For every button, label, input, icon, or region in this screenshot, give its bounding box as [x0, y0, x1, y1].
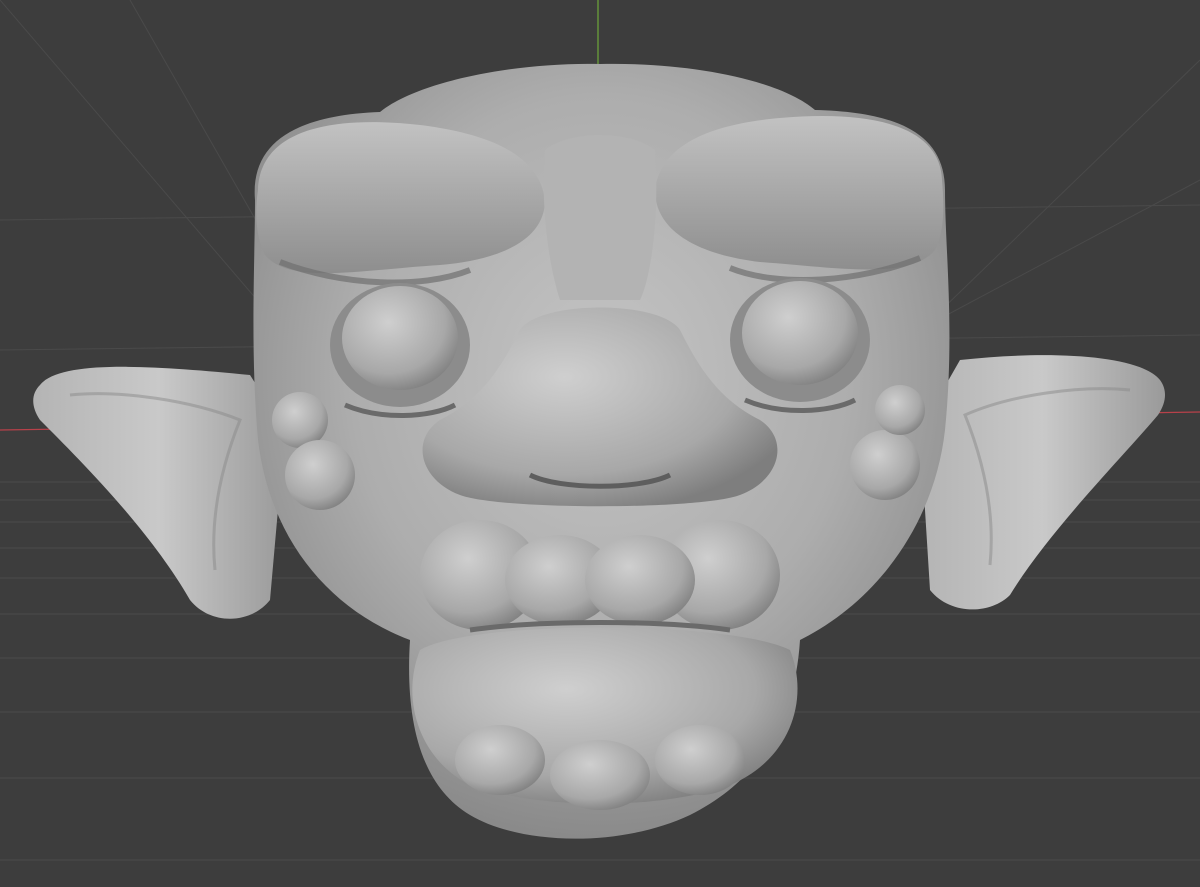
- sculpt-mesh[interactable]: [33, 63, 1165, 839]
- viewport-canvas[interactable]: [0, 0, 1200, 887]
- left-ear: [33, 366, 285, 619]
- 3d-viewport[interactable]: [0, 0, 1200, 887]
- nose-bridge: [543, 135, 657, 300]
